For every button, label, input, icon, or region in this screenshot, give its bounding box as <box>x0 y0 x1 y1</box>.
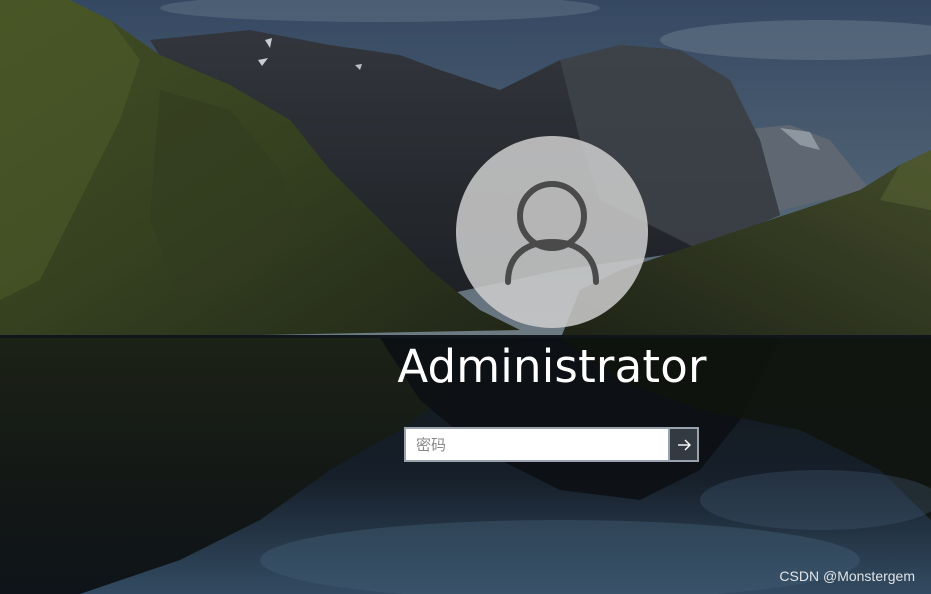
user-silhouette-icon <box>505 181 599 285</box>
password-form <box>404 427 699 462</box>
password-input[interactable] <box>404 427 668 462</box>
submit-button[interactable] <box>668 427 699 462</box>
lock-screen: Administrator CSDN @Monstergem <box>0 0 931 594</box>
watermark-text: CSDN @Monstergem <box>779 568 915 584</box>
user-avatar <box>456 136 648 328</box>
arrow-right-icon <box>677 439 691 450</box>
username-label: Administrator <box>397 340 707 393</box>
